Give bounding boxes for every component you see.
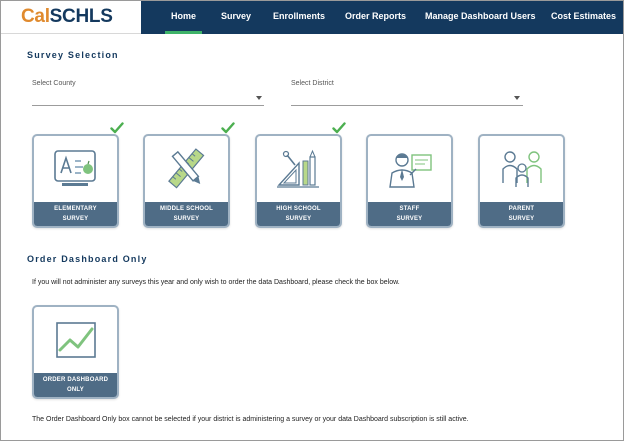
card-elementary-label: ELEMENTARY SURVEY: [34, 202, 117, 226]
card-middle-school-survey[interactable]: MIDDLE SCHOOL SURVEY: [143, 134, 230, 228]
nav-enrollments[interactable]: Enrollments: [273, 1, 325, 34]
card-elementary-survey[interactable]: ELEMENTARY SURVEY: [32, 134, 119, 228]
county-select[interactable]: [32, 105, 264, 106]
elementary-check-icon: [110, 122, 124, 134]
order-dashboard-title: Order Dashboard Only: [27, 254, 148, 264]
order-dashboard-note: The Order Dashboard Only box cannot be s…: [32, 416, 469, 423]
line-chart-icon: [55, 322, 96, 358]
teacher-icon: [388, 153, 432, 188]
nav-manage-dashboard-users[interactable]: Manage Dashboard Users: [425, 1, 536, 34]
district-chevron-down-icon[interactable]: [514, 96, 520, 100]
card-middle-school-label: MIDDLE SCHOOL SURVEY: [145, 202, 228, 226]
card-staff-label: STAFF SURVEY: [368, 202, 451, 226]
card-order-dashboard-only[interactable]: ORDER DASHBOARD ONLY: [32, 305, 119, 399]
card-staff-survey[interactable]: STAFF SURVEY: [366, 134, 453, 228]
family-icon: [501, 151, 542, 187]
card-high-school-survey[interactable]: HIGH SCHOOL SURVEY: [255, 134, 342, 228]
school-supplies-icon: [276, 149, 319, 188]
order-dashboard-instruction: If you will not administer any surveys t…: [32, 279, 400, 286]
elementary-school-icon: [53, 150, 96, 186]
logo-cal: Cal: [21, 6, 50, 27]
card-parent-label: PARENT SURVEY: [480, 202, 563, 226]
district-select[interactable]: [291, 105, 523, 106]
card-parent-survey[interactable]: PARENT SURVEY: [478, 134, 565, 228]
district-select-label: Select District: [291, 80, 334, 87]
ruler-pencil-icon: [167, 148, 204, 189]
nav-survey[interactable]: Survey: [221, 1, 251, 34]
high-school-check-icon: [332, 122, 346, 134]
nav-order-reports[interactable]: Order Reports: [345, 1, 406, 34]
county-chevron-down-icon[interactable]: [256, 96, 262, 100]
card-order-dashboard-label: ORDER DASHBOARD ONLY: [34, 373, 117, 397]
county-select-label: Select County: [32, 80, 76, 87]
logo-schls: SCHLS: [49, 6, 113, 27]
nav-home[interactable]: Home: [164, 1, 203, 34]
nav-cost-estimates[interactable]: Cost Estimates: [551, 1, 616, 34]
app-frame: CalSCHLS Home Survey Enrollments Order R…: [0, 0, 624, 441]
top-nav: CalSCHLS Home Survey Enrollments Order R…: [1, 1, 623, 34]
card-high-school-label: HIGH SCHOOL SURVEY: [257, 202, 340, 226]
middle-school-check-icon: [221, 122, 235, 134]
calschls-logo[interactable]: CalSCHLS: [21, 6, 113, 28]
survey-selection-title: Survey Selection: [27, 50, 119, 60]
logo-area[interactable]: CalSCHLS: [1, 1, 141, 34]
